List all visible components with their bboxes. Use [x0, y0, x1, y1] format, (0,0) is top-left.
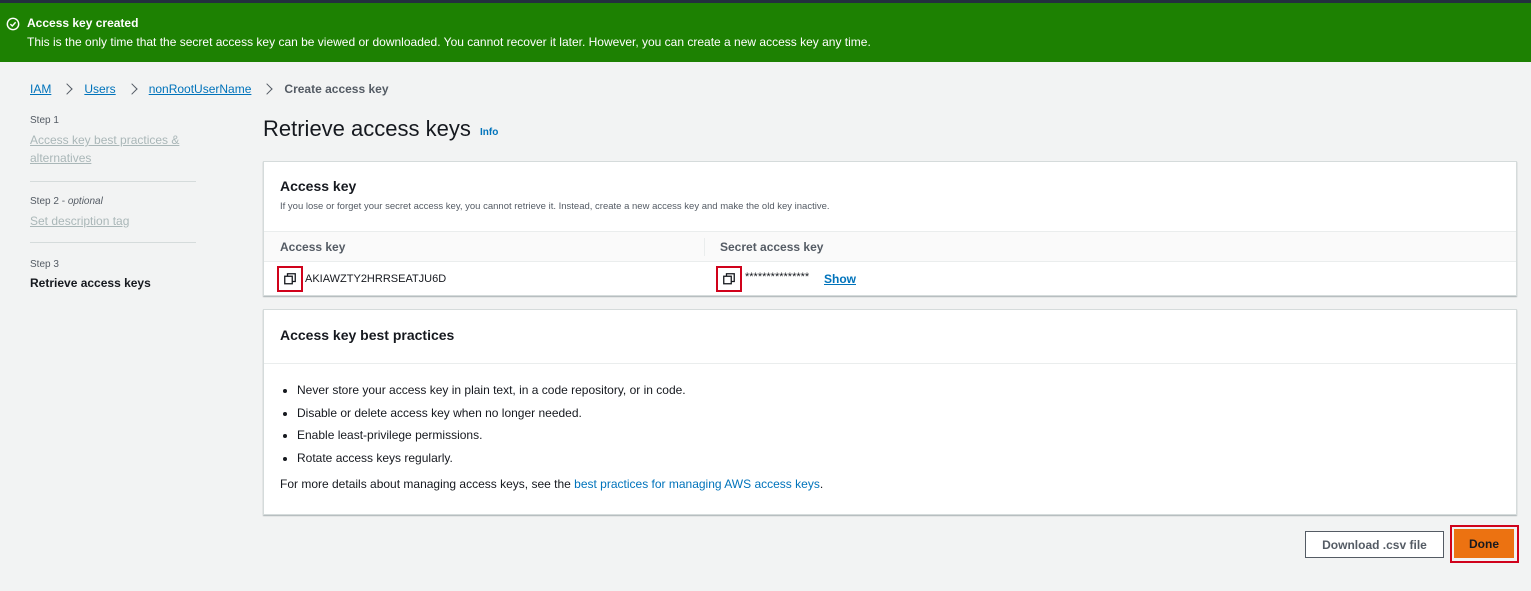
list-item: Never store your access key in plain tex…: [297, 381, 686, 404]
key-table-header: Access key Secret access key: [264, 231, 1516, 262]
flash-message: This is the only time that the secret ac…: [27, 35, 871, 49]
page-title: Retrieve access keys: [263, 116, 471, 141]
best-practices-list: Never store your access key in plain tex…: [297, 381, 686, 472]
check-circle-icon: [6, 17, 20, 31]
copy-icon: [723, 273, 735, 285]
copy-access-key-button[interactable]: [277, 266, 303, 292]
panel-divider: [264, 363, 1516, 364]
best-practices-link[interactable]: best practices for managing AWS access k…: [574, 477, 820, 491]
list-item: Enable least-privilege permissions.: [297, 426, 686, 449]
step-divider: [30, 181, 196, 182]
best-practices-title: Access key best practices: [280, 327, 455, 343]
breadcrumb-iam[interactable]: IAM: [30, 82, 51, 96]
success-flash-banner: Access key created This is the only time…: [0, 3, 1531, 62]
breadcrumb-user[interactable]: nonRootUserName: [149, 82, 252, 96]
access-key-panel-description: If you lose or forget your secret access…: [280, 201, 830, 212]
more-details-text: For more details about managing access k…: [280, 477, 824, 491]
breadcrumb-current: Create access key: [284, 82, 389, 96]
done-button[interactable]: Done: [1454, 529, 1514, 558]
breadcrumb: IAM Users nonRootUserName Create access …: [30, 80, 389, 98]
column-divider: [704, 238, 705, 256]
download-csv-button[interactable]: Download .csv file: [1305, 531, 1444, 558]
secret-key-masked: ***************: [745, 271, 810, 283]
copy-icon: [284, 273, 296, 285]
flash-title: Access key created: [27, 16, 139, 30]
step-2-optional: optional: [67, 196, 103, 207]
show-secret-link[interactable]: Show: [824, 272, 856, 286]
secret-key-column-header: Secret access key: [720, 240, 824, 254]
list-item: Rotate access keys regularly.: [297, 449, 686, 472]
step-1-link[interactable]: Access key best practices & alternatives: [30, 131, 196, 167]
chevron-right-icon: [261, 83, 274, 95]
copy-secret-key-button[interactable]: [716, 266, 742, 292]
step-1-label: Step 1: [30, 115, 59, 126]
step-2-link[interactable]: Set description tag: [30, 212, 196, 230]
access-key-column-header: Access key: [280, 240, 346, 254]
step-3-current: Retrieve access keys: [30, 276, 151, 290]
access-key-value: AKIAWZTY2HRRSEATJU6D: [305, 273, 447, 285]
step-divider: [30, 242, 196, 243]
step-3-label: Step 3: [30, 259, 59, 270]
chevron-right-icon: [61, 83, 74, 95]
best-practices-panel: Access key best practices Never store yo…: [263, 309, 1517, 515]
info-link[interactable]: Info: [480, 127, 498, 138]
list-item: Disable or delete access key when no lon…: [297, 404, 686, 427]
step-2-label: Step 2 - optional: [30, 196, 103, 207]
access-key-panel-title: Access key: [280, 178, 357, 194]
chevron-right-icon: [126, 83, 138, 95]
access-key-panel: Access key If you lose or forget your se…: [263, 161, 1517, 296]
breadcrumb-users[interactable]: Users: [84, 82, 115, 96]
